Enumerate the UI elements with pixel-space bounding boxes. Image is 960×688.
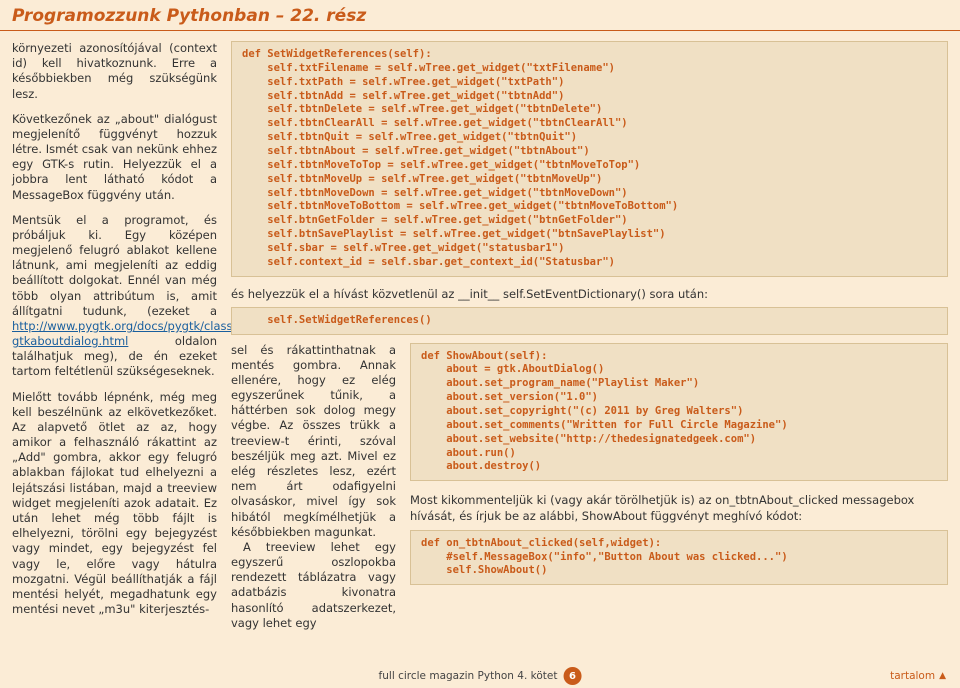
footer-toc-link[interactable]: tartalom ▲ [890, 670, 946, 682]
left-para-4: Mielőtt tovább lépnénk, még meg kell bes… [12, 390, 217, 618]
code-setwidgetreferences: def SetWidgetReferences(self): self.txtF… [231, 41, 948, 277]
page-content: környezeti azonosítójával (context id) k… [0, 31, 960, 631]
chevron-up-icon: ▲ [939, 671, 946, 681]
footer-magazine-label: full circle magazin Python 4. kötet [379, 670, 558, 682]
page-header: Programozzunk Pythonban – 22. rész [0, 0, 960, 31]
footer-center: full circle magazin Python 4. kötet 6 [379, 667, 582, 685]
code-showabout: def ShowAbout(self): about = gtk.AboutDi… [410, 343, 948, 482]
left-para-3a: Mentsük el a programot, és próbáljuk ki.… [12, 213, 217, 318]
page-title: Programozzunk Pythonban – 22. rész [12, 6, 948, 26]
page-number-badge: 6 [563, 667, 581, 685]
left-para-3: Mentsük el a programot, és próbáljuk ki.… [12, 213, 217, 380]
mid-para-2: A treeview lehet egy egyszerű oszlopokba… [231, 540, 396, 631]
middle-column: sel és rákattinthatnak a mentés gombra. … [231, 343, 396, 631]
mid-para-1: sel és rákattinthatnak a mentés gombra. … [231, 343, 396, 540]
left-para-2: Következőnek az „about" dialógust megjel… [12, 112, 217, 203]
para-after-showabout: Most kikommenteljük ki (vagy akár törölh… [410, 493, 948, 523]
left-column: környezeti azonosítójával (context id) k… [12, 41, 217, 631]
right-right-column: def ShowAbout(self): about = gtk.AboutDi… [410, 343, 948, 631]
code-inline-call: self.SetWidgetReferences() [231, 307, 948, 335]
code-on-tbtnabout: def on_tbtnAbout_clicked(self,widget): #… [410, 530, 948, 586]
left-para-1: környezeti azonosítójával (context id) k… [12, 41, 217, 102]
page-footer: full circle magazin Python 4. kötet 6 ta… [0, 670, 960, 682]
bridge-text: és helyezzük el a hívást közvetlenül az … [231, 287, 948, 301]
right-area: def SetWidgetReferences(self): self.txtF… [231, 41, 948, 631]
footer-toc-label: tartalom [890, 670, 935, 682]
lower-row: sel és rákattinthatnak a mentés gombra. … [231, 343, 948, 631]
